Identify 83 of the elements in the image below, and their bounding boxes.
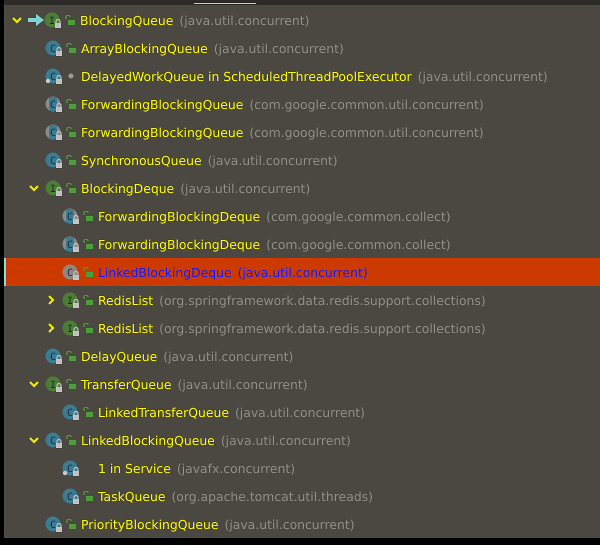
class-name: ForwardingBlockingDeque [98, 208, 260, 224]
class-name: TaskQueue [98, 488, 166, 504]
chevron-down-icon[interactable] [12, 15, 22, 25]
class-name: LinkedTransferQueue [98, 404, 229, 420]
class-name: RedisList [98, 320, 154, 336]
package-name: (javafx.concurrent) [176, 460, 296, 476]
interface-icon: I [45, 376, 62, 392]
chevron-down-icon[interactable] [29, 435, 39, 445]
class-icon: C [45, 96, 62, 112]
tree-row[interactable]: C DelayedWorkQueue in ScheduledThreadPoolExecutor (java.util.concurrent) [4, 62, 600, 90]
tree-row[interactable]: C ArrayBlockingQueue (java.util.concurrent) [4, 34, 600, 62]
class-icon: C [45, 432, 62, 448]
class-name: ForwardingBlockingQueue [81, 124, 244, 140]
package-name: (java.util.concurrent) [220, 432, 351, 448]
package-name: (com.google.common.collect) [266, 208, 451, 224]
class-icon: C [62, 460, 79, 476]
class-icon: C [62, 208, 79, 224]
class-icon: C [45, 124, 62, 140]
tree-row[interactable]: C TaskQueue (org.apache.tomcat.util.threads) [4, 482, 600, 510]
class-icon: C [62, 404, 79, 420]
class-name: DelayedWorkQueue in ScheduledThreadPoolExecutor [81, 68, 412, 84]
chevron-down-icon[interactable] [29, 379, 39, 389]
class-icon: C [62, 264, 79, 280]
interface-icon: I [44, 12, 61, 28]
class-name: ForwardingBlockingQueue [81, 96, 244, 112]
class-name: 1 in Service [98, 460, 171, 476]
tree-row[interactable]: I BlockingDeque (java.util.concurrent) [4, 174, 600, 202]
tree-row[interactable]: I TransferQueue (java.util.concurrent) [4, 370, 600, 398]
tree-row[interactable]: C PriorityBlockingQueue (java.util.concurrent) [4, 510, 600, 538]
package-name: (java.util.concurrent) [224, 516, 355, 532]
package-name: (org.apache.tomcat.util.threads) [171, 488, 373, 504]
arrow-right-icon [28, 14, 44, 26]
tree-row[interactable]: C SynchronousQueue (java.util.concurrent) [4, 146, 600, 174]
chevron-down-icon[interactable] [29, 183, 39, 193]
class-icon: C [45, 348, 62, 364]
tree-row[interactable]: C ForwardingBlockingQueue (com.google.common.util.concurrent) [4, 90, 600, 118]
interface-icon: I [62, 320, 79, 336]
tree-row[interactable]: C LinkedTransferQueue (java.util.concurrent) [4, 398, 600, 426]
class-name: RedisList [98, 292, 154, 308]
tree-row[interactable]: C ForwardingBlockingDeque (com.google.common.collect) [4, 202, 600, 230]
package-name: (org.springframework.data.redis.support.collections) [159, 292, 486, 308]
class-icon: C [45, 152, 62, 168]
package-name: (java.util.concurrent) [234, 404, 365, 420]
interface-icon: I [45, 180, 62, 196]
package-name: (java.util.concurrent) [179, 12, 310, 28]
class-name: SynchronousQueue [81, 152, 202, 168]
class-name: LinkedBlockingDeque [98, 264, 232, 280]
tree-row[interactable]: I RedisList (org.springframework.data.redis.support.collections) [4, 314, 600, 342]
chevron-right-icon[interactable] [46, 295, 56, 305]
tree-row[interactable]: C ForwardingBlockingDeque (com.google.common.collect) [4, 230, 600, 258]
package-name: (java.util.concurrent) [178, 376, 308, 392]
package-name: (com.google.common.util.concurrent) [249, 124, 484, 140]
class-name: BlockingDeque [81, 180, 174, 196]
class-name: TransferQueue [81, 376, 172, 392]
class-icon: C [45, 516, 62, 532]
class-name: BlockingQueue [80, 12, 174, 28]
class-icon: C [45, 40, 62, 56]
chevron-right-icon[interactable] [46, 323, 56, 333]
interface-icon: I [62, 292, 79, 308]
class-icon: C [62, 488, 79, 504]
class-name: LinkedBlockingQueue [81, 432, 215, 448]
package-name: (org.springframework.data.redis.support.collections) [159, 320, 486, 336]
package-name: (java.util.concurrent) [208, 152, 338, 168]
package-name: (java.util.concurrent) [163, 348, 294, 364]
class-name: PriorityBlockingQueue [81, 516, 218, 532]
class-name: DelayQueue [81, 348, 158, 364]
class-icon: C [45, 68, 62, 84]
tree-row[interactable]: C ForwardingBlockingQueue (com.google.common.util.concurrent) [4, 118, 600, 146]
class-name: ArrayBlockingQueue [81, 40, 208, 56]
class-icon: C [62, 236, 79, 252]
package-name: (com.google.common.util.concurrent) [249, 96, 484, 112]
package-name: (java.util.concurrent) [418, 68, 548, 84]
tree-row[interactable]: C DelayQueue (java.util.concurrent) [4, 342, 600, 370]
tree-row[interactable]: I BlockingQueue (java.util.concurrent) [4, 6, 600, 34]
class-name: ForwardingBlockingDeque [98, 236, 260, 252]
package-name: (java.util.concurrent) [180, 180, 310, 196]
tree-row[interactable]: C LinkedBlockingDeque (java.util.concurrent) [4, 258, 600, 286]
tree-row[interactable]: C 1 in Service (javafx.concurrent) [4, 454, 600, 482]
tree-row[interactable]: I RedisList (org.springframework.data.redis.support.collections) [4, 286, 600, 314]
package-name: (java.util.concurrent) [238, 264, 368, 280]
package-name: (com.google.common.collect) [266, 236, 451, 252]
tree-row[interactable]: C LinkedBlockingQueue (java.util.concurrent) [4, 426, 600, 454]
package-name: (java.util.concurrent) [214, 40, 344, 56]
